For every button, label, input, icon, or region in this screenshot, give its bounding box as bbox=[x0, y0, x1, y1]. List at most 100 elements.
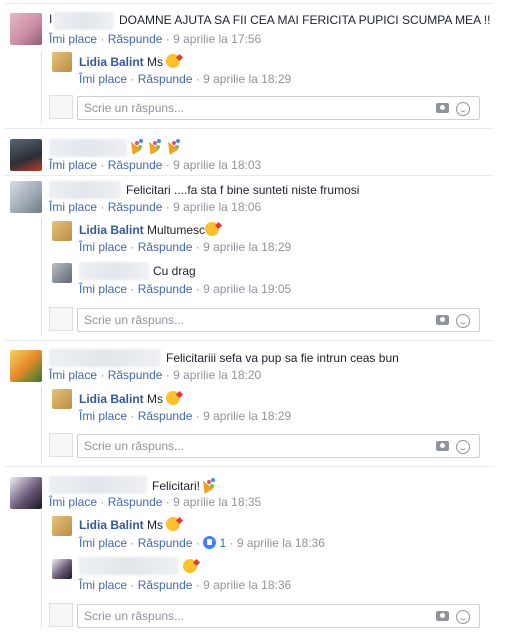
like-link[interactable]: Îmi place bbox=[79, 536, 127, 550]
like-link[interactable]: Îmi place bbox=[49, 368, 97, 382]
commenter-avatar[interactable] bbox=[10, 477, 42, 509]
timestamp[interactable]: 9 aprilie la 18:29 bbox=[203, 409, 291, 423]
separator-dot: · bbox=[130, 536, 135, 550]
party-popper-icon bbox=[200, 478, 216, 492]
reply-avatar[interactable] bbox=[52, 52, 72, 72]
separator-dot: · bbox=[100, 200, 105, 214]
separator-dot: · bbox=[130, 72, 135, 86]
top-divider bbox=[4, 3, 494, 4]
reply-author[interactable]: Lidia Balint bbox=[79, 223, 144, 237]
commenter-avatar[interactable] bbox=[10, 139, 42, 171]
like-badge-icon[interactable] bbox=[203, 536, 217, 549]
reply-6 bbox=[183, 559, 197, 574]
like-link[interactable]: Îmi place bbox=[49, 200, 97, 214]
timestamp[interactable]: 9 aprilie la 18:03 bbox=[173, 158, 261, 172]
reply-text: Multumesc bbox=[147, 223, 206, 237]
camera-icon[interactable] bbox=[436, 441, 449, 451]
reply-link[interactable]: Răspunde bbox=[108, 200, 163, 214]
emoji-icon[interactable] bbox=[456, 102, 470, 116]
reply-author[interactable]: Lidia Balint bbox=[79, 392, 144, 406]
emoji-icon[interactable] bbox=[456, 610, 470, 624]
reply-link[interactable]: Răspunde bbox=[138, 536, 193, 550]
reply-link[interactable]: Răspunde bbox=[108, 368, 163, 382]
party-popper-icon bbox=[128, 139, 143, 153]
reply-input[interactable]: Scrie un răspuns... bbox=[77, 604, 480, 628]
reply-placeholder: Scrie un răspuns... bbox=[84, 313, 185, 327]
separator-dot: · bbox=[100, 32, 105, 46]
timestamp[interactable]: 9 aprilie la 18:29 bbox=[203, 240, 291, 254]
party-popper-icon bbox=[146, 139, 162, 153]
reply-text: Ms bbox=[147, 518, 164, 532]
divider bbox=[4, 340, 494, 341]
commenter-name-initial[interactable]: I bbox=[49, 12, 52, 26]
reply-avatar[interactable] bbox=[52, 559, 72, 579]
timestamp[interactable]: 9 aprilie la 18:20 bbox=[173, 368, 261, 382]
reply-thread-line bbox=[41, 218, 42, 335]
reply-avatar[interactable] bbox=[52, 263, 72, 283]
timestamp[interactable]: 9 aprilie la 17:56 bbox=[173, 32, 261, 46]
kiss-emoji-icon bbox=[166, 517, 181, 531]
camera-icon[interactable] bbox=[436, 611, 449, 621]
comment-2 bbox=[128, 139, 180, 154]
commenter-avatar[interactable] bbox=[10, 350, 42, 382]
reply-2: Lidia Balint Multumesc bbox=[79, 222, 220, 237]
reply-avatar[interactable] bbox=[52, 516, 72, 536]
separator-dot: · bbox=[229, 536, 234, 550]
separator-dot: · bbox=[165, 32, 170, 46]
like-link[interactable]: Îmi place bbox=[49, 158, 97, 172]
like-link[interactable]: Îmi place bbox=[49, 32, 97, 46]
separator-dot: · bbox=[195, 282, 200, 296]
reply-author[interactable]: Lidia Balint bbox=[79, 518, 144, 532]
timestamp[interactable]: 9 aprilie la 18:06 bbox=[173, 200, 261, 214]
reply-link[interactable]: Răspunde bbox=[138, 282, 193, 296]
commenter-avatar[interactable] bbox=[10, 181, 42, 213]
timestamp[interactable]: 9 aprilie la 18:29 bbox=[203, 72, 291, 86]
party-popper-icon bbox=[165, 139, 180, 153]
timestamp[interactable]: 9 aprilie la 19:05 bbox=[203, 282, 291, 296]
reply-placeholder: Scrie un răspuns... bbox=[84, 439, 185, 453]
timestamp[interactable]: 9 aprilie la 18:36 bbox=[237, 536, 325, 550]
reply-link[interactable]: Răspunde bbox=[108, 495, 163, 509]
like-link[interactable]: Îmi place bbox=[79, 409, 127, 423]
divider bbox=[4, 128, 494, 129]
separator-dot: · bbox=[195, 578, 200, 592]
camera-icon[interactable] bbox=[436, 103, 449, 113]
reply-avatar[interactable] bbox=[52, 221, 72, 241]
timestamp[interactable]: 9 aprilie la 18:36 bbox=[203, 578, 291, 592]
comment-actions: Îmi place · Răspunde · 9 aprilie la 17:5… bbox=[49, 32, 261, 46]
reply-actions: Îmi place · Răspunde · 1 · 9 aprilie la … bbox=[79, 536, 325, 550]
comment-text: DOAMNE AJUTA SA FII CEA MAI FERICITA PUP… bbox=[119, 13, 491, 27]
reply-input[interactable]: Scrie un răspuns... bbox=[77, 96, 480, 120]
comment-actions: Îmi place · Răspunde · 9 aprilie la 18:3… bbox=[49, 495, 261, 509]
reply-link[interactable]: Răspunde bbox=[138, 409, 193, 423]
like-link[interactable]: Îmi place bbox=[49, 495, 97, 509]
reply-link[interactable]: Răspunde bbox=[108, 158, 163, 172]
commenter-avatar[interactable] bbox=[10, 13, 42, 45]
kiss-emoji-icon bbox=[205, 222, 220, 236]
reply-avatar[interactable] bbox=[52, 389, 72, 409]
camera-icon[interactable] bbox=[436, 315, 449, 325]
reply-input[interactable]: Scrie un răspuns... bbox=[77, 308, 480, 332]
like-link[interactable]: Îmi place bbox=[79, 240, 127, 254]
separator-dot: · bbox=[195, 72, 200, 86]
like-count[interactable]: 1 bbox=[219, 536, 226, 550]
comment-5: Felicitari! bbox=[152, 478, 216, 493]
reply-input[interactable]: Scrie un răspuns... bbox=[77, 434, 480, 458]
reply-link[interactable]: Răspunde bbox=[138, 578, 193, 592]
like-link[interactable]: Îmi place bbox=[79, 578, 127, 592]
reply-link[interactable]: Răspunde bbox=[108, 32, 163, 46]
kiss-emoji-icon bbox=[166, 54, 181, 68]
emoji-icon[interactable] bbox=[456, 314, 470, 328]
reply-link[interactable]: Răspunde bbox=[138, 240, 193, 254]
separator-dot: · bbox=[165, 200, 170, 214]
separator-dot: · bbox=[100, 158, 105, 172]
reply-author[interactable]: Lidia Balint bbox=[79, 55, 144, 69]
timestamp[interactable]: 9 aprilie la 18:35 bbox=[173, 495, 261, 509]
reply-text: Cu drag bbox=[153, 264, 196, 278]
reply-link[interactable]: Răspunde bbox=[138, 72, 193, 86]
separator-dot: · bbox=[100, 495, 105, 509]
emoji-icon[interactable] bbox=[456, 440, 470, 454]
like-link[interactable]: Îmi place bbox=[79, 72, 127, 86]
current-user-avatar bbox=[49, 433, 73, 457]
like-link[interactable]: Îmi place bbox=[79, 282, 127, 296]
